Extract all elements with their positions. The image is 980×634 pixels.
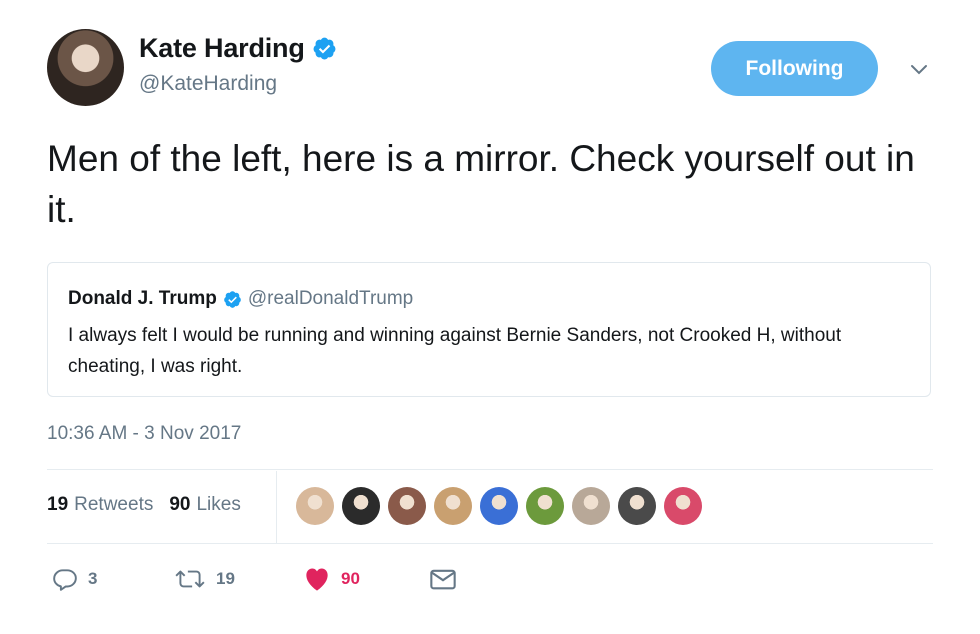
author-name[interactable]: Kate Harding — [139, 33, 305, 64]
chevron-down-icon[interactable] — [908, 58, 930, 80]
divider — [276, 471, 277, 543]
like-button[interactable]: 90 — [303, 566, 360, 592]
liker-avatar[interactable] — [572, 487, 610, 525]
liker-avatar[interactable] — [388, 487, 426, 525]
retweets-stat[interactable]: 19 Retweets — [47, 494, 153, 516]
reply-count: 3 — [88, 569, 98, 588]
heart-icon — [306, 568, 328, 591]
author-avatar[interactable] — [47, 29, 124, 106]
liker-avatar[interactable] — [480, 487, 518, 525]
envelope-icon — [430, 569, 456, 590]
tweet-stats: 19 Retweets 90 Likes — [47, 494, 257, 516]
retweets-count: 19 — [47, 494, 69, 515]
liker-avatar[interactable] — [434, 487, 472, 525]
verified-badge-icon — [313, 37, 336, 60]
retweet-button[interactable]: 19 — [174, 566, 235, 592]
retweets-label: Retweets — [74, 494, 154, 515]
retweet-count: 19 — [216, 569, 235, 588]
verified-badge-icon — [224, 290, 241, 308]
tweet-text: Men of the left, here is a mirror. Check… — [47, 138, 915, 230]
reply-button[interactable]: 3 — [52, 566, 97, 592]
quoted-tweet-text: I always felt I would be running and win… — [68, 325, 842, 377]
likes-stat[interactable]: 90 Likes — [169, 494, 241, 516]
divider — [47, 543, 933, 544]
quoted-tweet-header: Donald J. Trump @realDonaldTrump — [68, 288, 413, 310]
liker-avatar[interactable] — [342, 487, 380, 525]
quoted-author-name: Donald J. Trump — [68, 288, 217, 309]
quoted-author-handle: @realDonaldTrump — [247, 288, 414, 309]
liker-avatars — [296, 487, 710, 525]
reply-icon — [53, 569, 77, 591]
like-count: 90 — [341, 569, 360, 588]
divider — [47, 469, 933, 470]
retweet-icon — [175, 570, 205, 588]
following-button[interactable]: Following — [711, 41, 878, 96]
author-handle[interactable]: @KateHarding — [139, 72, 277, 96]
quoted-tweet[interactable]: Donald J. Trump @realDonaldTrump I alway… — [47, 262, 931, 397]
liker-avatar[interactable] — [526, 487, 564, 525]
liker-avatar[interactable] — [296, 487, 334, 525]
direct-message-button[interactable] — [429, 566, 467, 592]
liker-avatar[interactable] — [618, 487, 656, 525]
likes-label: Likes — [196, 494, 241, 515]
likes-count: 90 — [169, 494, 191, 515]
liker-avatar[interactable] — [664, 487, 702, 525]
tweet-timestamp[interactable]: 10:36 AM - 3 Nov 2017 — [47, 423, 241, 445]
author-name-row: Kate Harding — [139, 33, 337, 64]
